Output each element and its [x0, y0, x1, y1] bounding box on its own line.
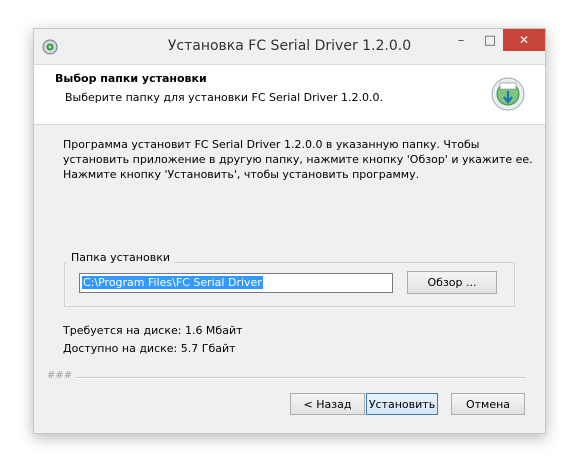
wizard-header: Выбор папки установки Выберите папку для… — [34, 64, 545, 125]
install-path-value: C:\Program Files\FC Serial Driver — [82, 276, 263, 289]
minimize-button[interactable]: – — [446, 29, 476, 51]
install-folder-label: Папка установки — [67, 251, 174, 264]
cancel-button[interactable]: Отмена — [451, 393, 525, 415]
browse-button[interactable]: Обзор ... — [407, 271, 497, 294]
title-bar[interactable]: Установка FC Serial Driver 1.2.0.0 – □ ✕ — [34, 29, 545, 64]
page-subtitle: Выберите папку для установки FC Serial D… — [65, 91, 383, 104]
install-button[interactable]: Установить — [366, 393, 438, 415]
disk-space-required: Требуется на диске: 1.6 Мбайт — [63, 324, 243, 337]
installer-window: Установка FC Serial Driver 1.2.0.0 – □ ✕… — [33, 28, 546, 434]
close-button[interactable]: ✕ — [503, 29, 545, 51]
disk-space-available: Доступно на диске: 5.7 Гбайт — [63, 342, 236, 355]
description-text: Программа установит FC Serial Driver 1.2… — [63, 138, 533, 181]
installer-disc-icon — [491, 77, 525, 111]
install-path-input[interactable]: C:\Program Files\FC Serial Driver — [79, 273, 393, 293]
maximize-button[interactable]: □ — [475, 29, 505, 51]
back-button[interactable]: < Назад — [290, 393, 365, 415]
footer-divider — [77, 377, 526, 379]
branding-text: ### — [47, 370, 73, 381]
page-title: Выбор папки установки — [55, 72, 207, 85]
